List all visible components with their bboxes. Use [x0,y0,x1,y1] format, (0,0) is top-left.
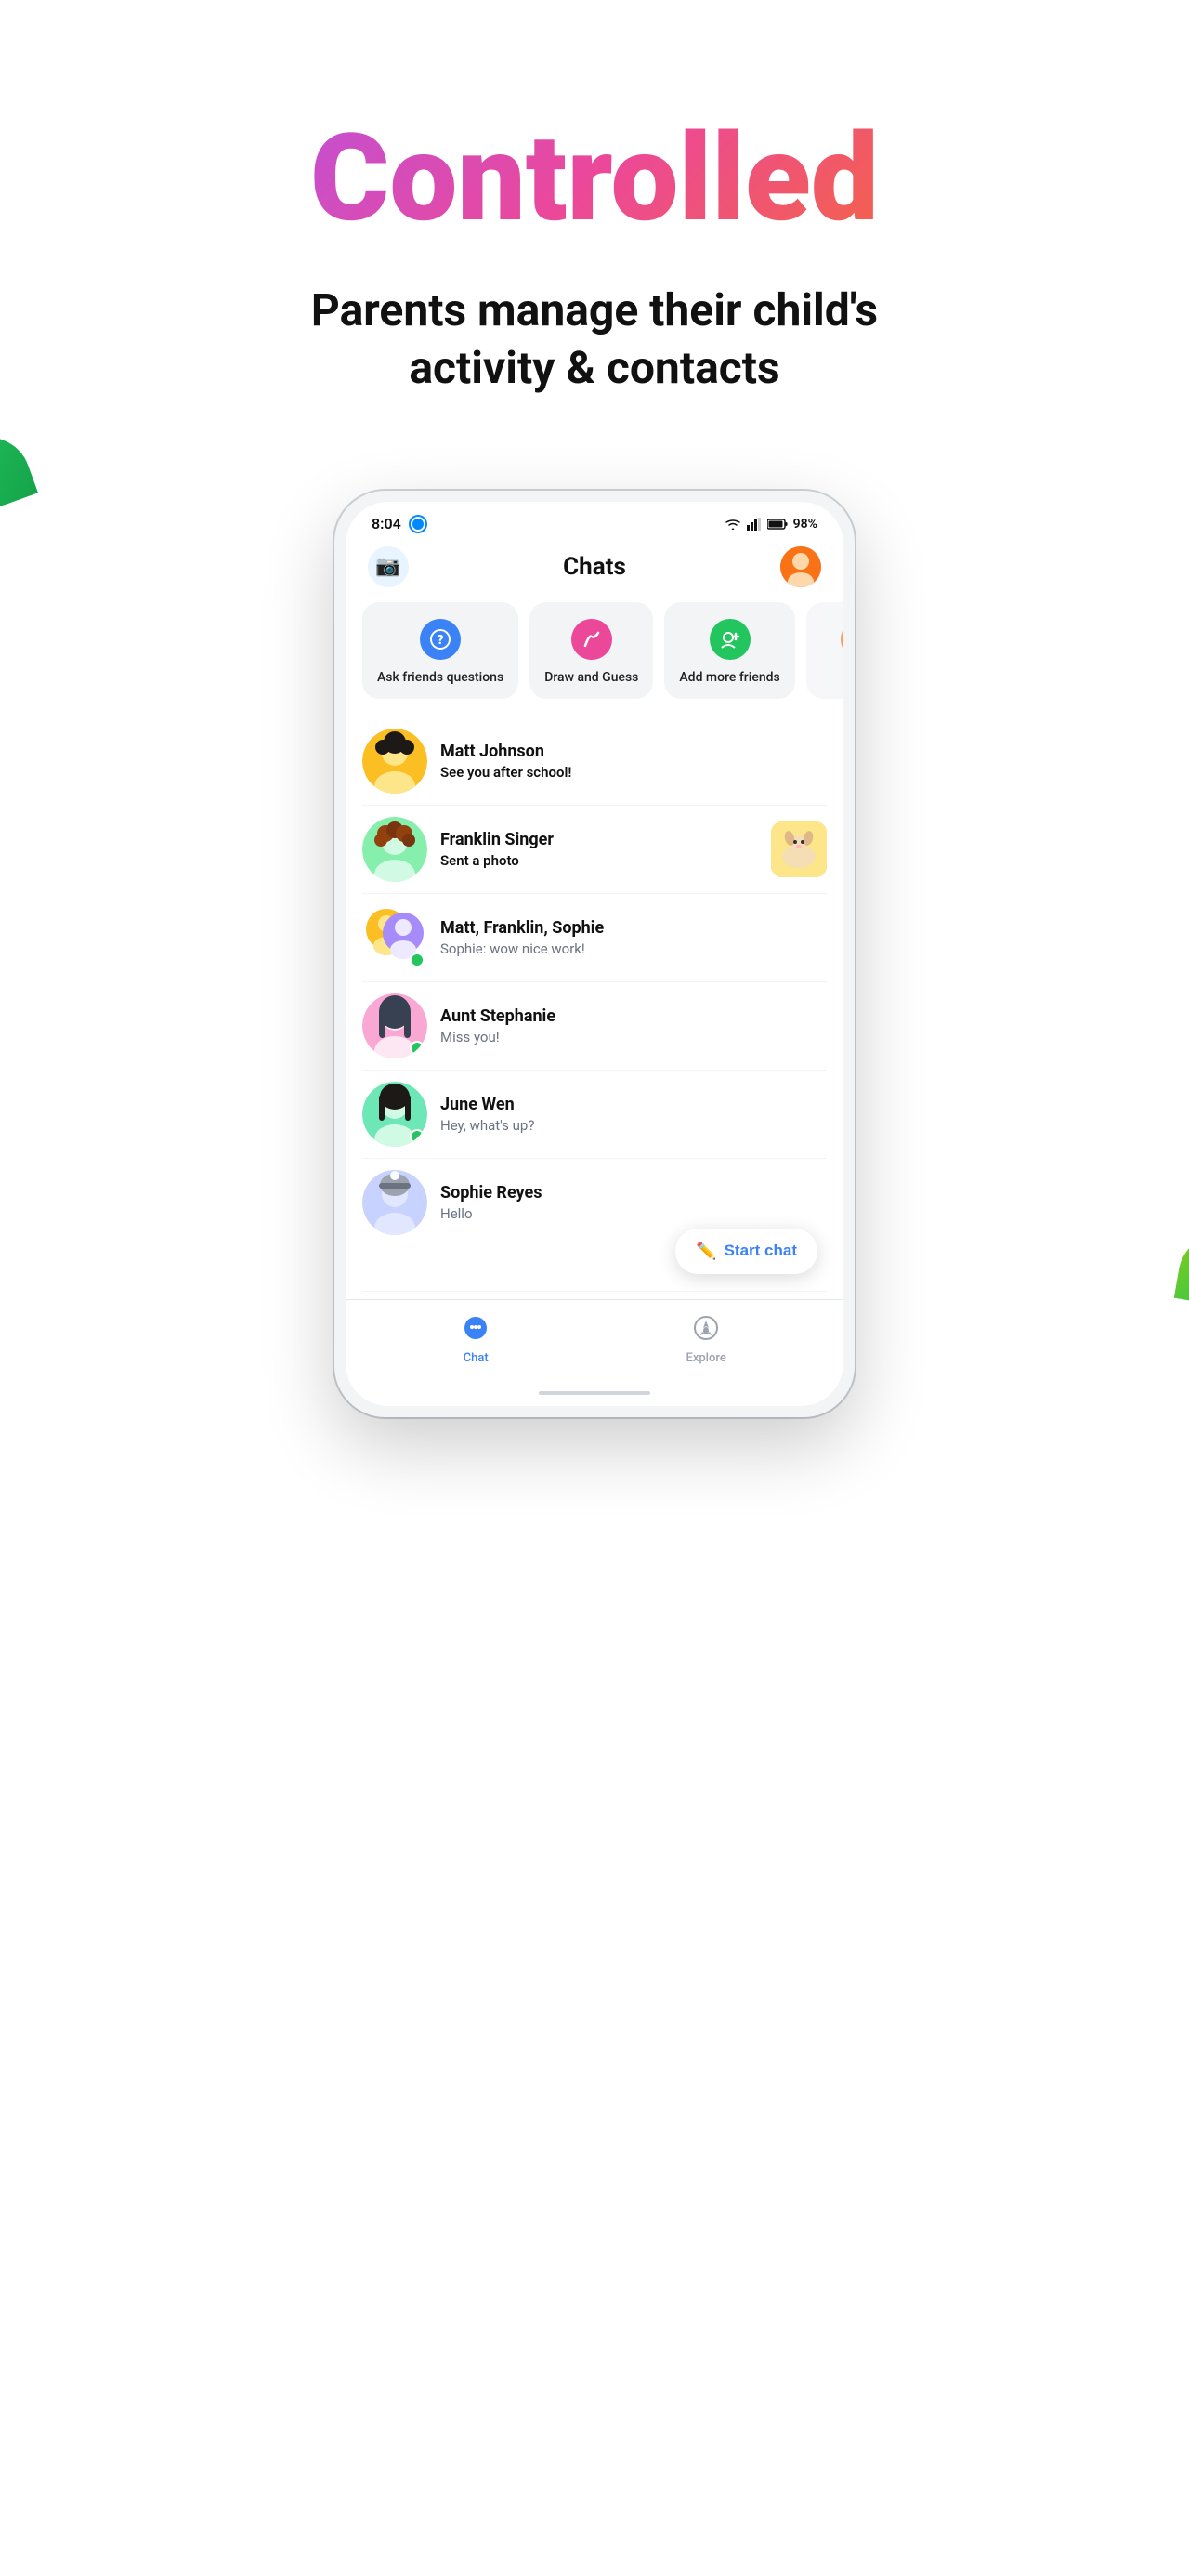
header-title: Chats [563,553,626,581]
quick-action-start[interactable]: Sta... [806,602,843,699]
status-left: 8:04 [372,515,427,533]
sophie-avatar [362,1170,427,1235]
group-online-dot [410,953,425,967]
phone-frame: 8:04 [334,491,855,1417]
status-bar: 8:04 [346,502,843,539]
aunt-chat-info: Aunt Stephanie Miss you! [440,1006,827,1045]
group-preview: Sophie: wow nice work! [440,940,827,957]
franklin-preview: Sent a photo [440,852,758,869]
aunt-online-dot [410,1041,425,1056]
phone-container: 8:04 [0,453,1189,1492]
status-time: 8:04 [372,515,401,532]
nav-explore[interactable]: Explore [686,1315,725,1365]
hero-subtitle: Parents manage their child's activity & … [269,282,920,398]
matt-avatar [362,729,427,794]
june-preview: Hey, what's up? [440,1117,827,1134]
quick-action-ask-friends[interactable]: ? Ask friends questions [362,602,518,699]
chat-item-aunt[interactable]: Aunt Stephanie Miss you! [362,982,827,1071]
june-chat-info: June Wen Hey, what's up? [440,1095,827,1134]
group-chat-info: Matt, Franklin, Sophie Sophie: wow nice … [440,918,827,957]
sophie-chat-info: Sophie Reyes Hello [440,1183,827,1222]
june-avatar [362,1082,427,1147]
app-header: 📷 Chats [346,539,843,602]
battery-icon [767,519,788,530]
add-friends-icon [710,619,751,660]
chat-item-sophie[interactable]: Sophie Reyes Hello ✏️ Start chat [362,1159,827,1292]
chat-item-group[interactable]: Matt, Franklin, Sophie Sophie: wow nice … [362,894,827,982]
add-friends-label: Add more friends [679,669,779,686]
camera-button[interactable]: 📷 [368,546,409,587]
explore-nav-icon [693,1315,719,1347]
june-online-dot [410,1129,425,1144]
aunt-name: Aunt Stephanie [440,1006,827,1026]
group-name: Matt, Franklin, Sophie [440,918,827,938]
start-chat-button[interactable]: ✏️ Start chat [675,1229,817,1274]
messenger-icon [409,515,427,533]
aunt-avatar [362,993,427,1058]
start-icon [841,619,843,660]
franklin-name: Franklin Singer [440,830,758,849]
svg-text:?: ? [438,633,444,648]
franklin-avatar [362,817,427,882]
aunt-preview: Miss you! [440,1029,827,1045]
ask-friends-icon: ? [420,619,461,660]
franklin-photo-thumb [771,821,827,877]
matt-name: Matt Johnson [440,742,827,761]
home-indicator [539,1391,650,1395]
chat-item-matt[interactable]: Matt Johnson See you after school! [362,717,827,806]
sophie-preview: Hello [440,1205,827,1222]
start-chat-label: Start chat [725,1242,797,1260]
sophie-name: Sophie Reyes [440,1183,827,1203]
chat-nav-label: Chat [464,1351,489,1365]
hero-title: Controlled [74,112,1115,244]
franklin-chat-info: Franklin Singer Sent a photo [440,830,758,869]
explore-nav-label: Explore [686,1351,725,1365]
nav-chat[interactable]: Chat [463,1315,489,1365]
matt-chat-info: Matt Johnson See you after school! [440,742,827,781]
group-avatar [362,905,427,970]
signal-icon [747,518,762,531]
pencil-icon: ✏️ [696,1242,716,1261]
quick-action-draw-guess[interactable]: Draw and Guess [529,602,653,699]
quick-action-add-friends[interactable]: Add more friends [664,602,794,699]
matt-preview: See you after school! [440,764,827,781]
wifi-icon [725,518,741,531]
hero-section: Controlled Parents manage their child's … [0,0,1189,453]
chat-list: Matt Johnson See you after school! [346,717,843,1292]
chat-nav-icon [463,1315,489,1347]
home-bar [346,1387,843,1406]
bottom-nav: Chat Explore [346,1299,843,1387]
draw-guess-label: Draw and Guess [544,669,638,686]
battery-percent: 98% [793,517,817,532]
phone-screen: 8:04 [346,502,843,1406]
chat-item-franklin[interactable]: Franklin Singer Sent a photo [362,806,827,894]
status-right: 98% [725,517,817,532]
june-name: June Wen [440,1095,827,1114]
quick-actions-row: ? Ask friends questions Draw and Guess [346,602,843,717]
draw-guess-icon [571,619,612,660]
deco-leaf-bottom [1174,1225,1189,1312]
user-avatar[interactable] [780,546,821,587]
chat-item-june[interactable]: June Wen Hey, what's up? [362,1071,827,1159]
ask-friends-label: Ask friends questions [377,669,503,686]
